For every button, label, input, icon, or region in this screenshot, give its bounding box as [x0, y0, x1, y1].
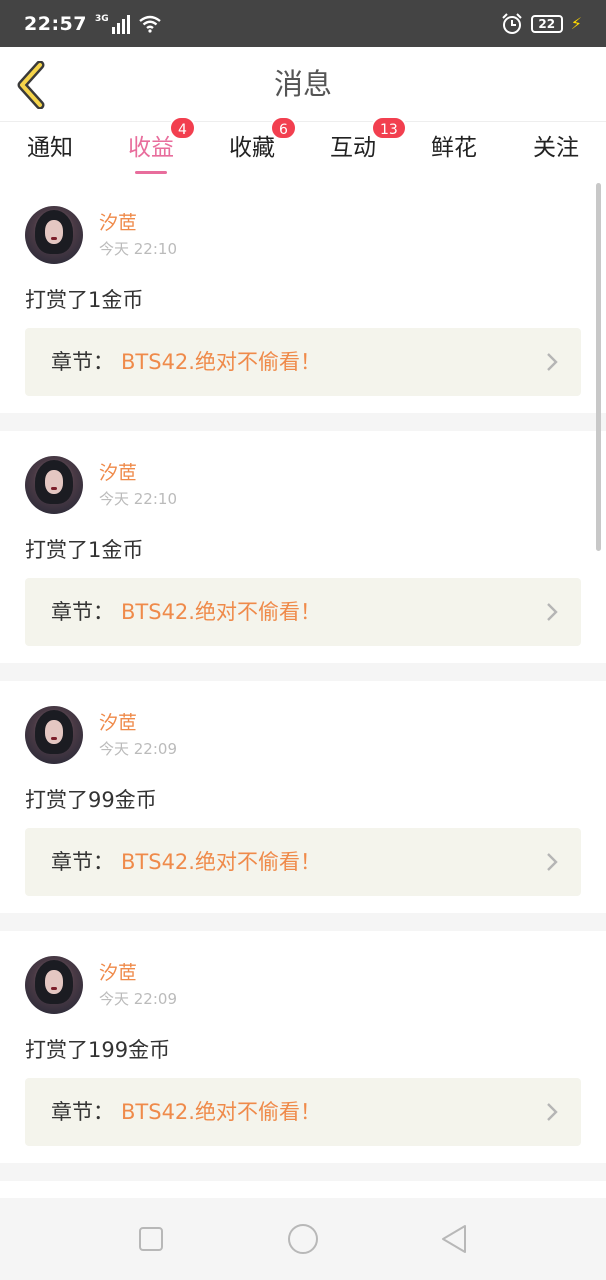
tab-label: 收藏	[229, 135, 275, 161]
status-bar: 22:57 3G 22 ⚡	[0, 0, 606, 47]
tab-label: 互动	[330, 135, 376, 161]
username[interactable]: 汐茝	[99, 708, 137, 735]
username[interactable]: 汐茝	[99, 958, 137, 985]
charging-icon: ⚡	[570, 14, 582, 33]
status-left: 22:57 3G	[24, 13, 162, 35]
message-time: 今天 22:10	[99, 240, 177, 258]
tab-notifications[interactable]: 通知	[0, 122, 100, 182]
chapter-link[interactable]: 章节： BTS42.绝对不偷看！	[25, 328, 581, 396]
chapter-title: BTS42.绝对不偷看！	[121, 350, 321, 374]
message-text: 打赏了1金币	[25, 288, 144, 312]
avatar[interactable]	[25, 956, 83, 1014]
message-text: 打赏了1金币	[25, 538, 144, 562]
triangle-back-icon[interactable]	[438, 1222, 472, 1256]
battery-level: 22	[538, 16, 556, 31]
chevron-right-icon	[547, 853, 558, 871]
chapter-link[interactable]: 章节： BTS42.绝对不偷看！	[25, 1078, 581, 1146]
message-time: 今天 22:10	[99, 490, 177, 508]
tab-label: 通知	[27, 135, 73, 161]
status-right: 22 ⚡	[501, 12, 582, 35]
username[interactable]: 汐茝	[99, 458, 137, 485]
app-header: 消息	[0, 47, 606, 121]
message-card: 汐茝 今天 22:09 打赏了99金币 章节： BTS42.绝对不偷看！	[0, 681, 606, 913]
avatar[interactable]	[25, 706, 83, 764]
avatar[interactable]	[25, 456, 83, 514]
message-card: 汐茝 今天 22:10 打赏了1金币 章节： BTS42.绝对不偷看！	[0, 181, 606, 413]
message-text: 打赏了99金币	[25, 788, 157, 812]
chapter-label: 章节：	[51, 350, 114, 374]
tab-label: 关注	[533, 135, 579, 161]
message-time: 今天 22:09	[99, 990, 177, 1008]
chapter-title: BTS42.绝对不偷看！	[121, 1100, 321, 1124]
tab-earnings[interactable]: 收益 4	[101, 116, 201, 182]
signal-icon: 3G	[95, 14, 130, 34]
square-recent-icon[interactable]	[134, 1222, 168, 1256]
circle-home-icon[interactable]	[286, 1222, 320, 1256]
tab-favorites[interactable]: 收藏 6	[202, 116, 302, 182]
message-text: 打赏了199金币	[25, 1038, 171, 1062]
chapter-label: 章节：	[51, 600, 114, 624]
chapter-link[interactable]: 章节： BTS42.绝对不偷看！	[25, 828, 581, 896]
tab-bar: 通知 收益 4 收藏 6 互动 13 鲜花 关注	[0, 116, 606, 182]
network-type: 3G	[94, 13, 109, 24]
tab-badge: 13	[371, 116, 407, 140]
chapter-label: 章节：	[51, 1100, 114, 1124]
system-nav-bar	[0, 1198, 606, 1280]
scrollbar[interactable]	[596, 183, 601, 551]
tab-follows[interactable]: 关注	[506, 122, 606, 182]
message-card-partial	[0, 1181, 606, 1198]
tab-label: 鲜花	[431, 135, 477, 161]
active-tab-indicator	[135, 171, 167, 174]
username[interactable]: 汐茝	[99, 208, 137, 235]
chapter-title: BTS42.绝对不偷看！	[121, 850, 321, 874]
avatar[interactable]	[25, 206, 83, 264]
page-title: 消息	[273, 67, 332, 101]
tab-flowers[interactable]: 鲜花	[404, 122, 504, 182]
status-time: 22:57	[24, 12, 87, 35]
message-card: 汐茝 今天 22:10 打赏了1金币 章节： BTS42.绝对不偷看！	[0, 431, 606, 663]
tab-label: 收益	[128, 135, 174, 161]
tab-interactions[interactable]: 互动 13	[303, 116, 407, 182]
chapter-title: BTS42.绝对不偷看！	[121, 600, 321, 624]
wifi-icon	[138, 15, 161, 33]
chevron-right-icon	[547, 603, 558, 621]
alarm-clock-icon	[502, 12, 522, 34]
chapter-label: 章节：	[51, 850, 114, 874]
tab-badge: 4	[169, 116, 196, 140]
message-card: 汐茝 今天 22:09 打赏了199金币 章节： BTS42.绝对不偷看！	[0, 931, 606, 1163]
chapter-link[interactable]: 章节： BTS42.绝对不偷看！	[25, 578, 581, 646]
battery-icon: 22	[530, 14, 563, 33]
chevron-right-icon	[547, 353, 558, 371]
chevron-right-icon	[547, 1103, 558, 1121]
tab-badge: 6	[270, 116, 297, 140]
message-time: 今天 22:09	[99, 740, 177, 758]
